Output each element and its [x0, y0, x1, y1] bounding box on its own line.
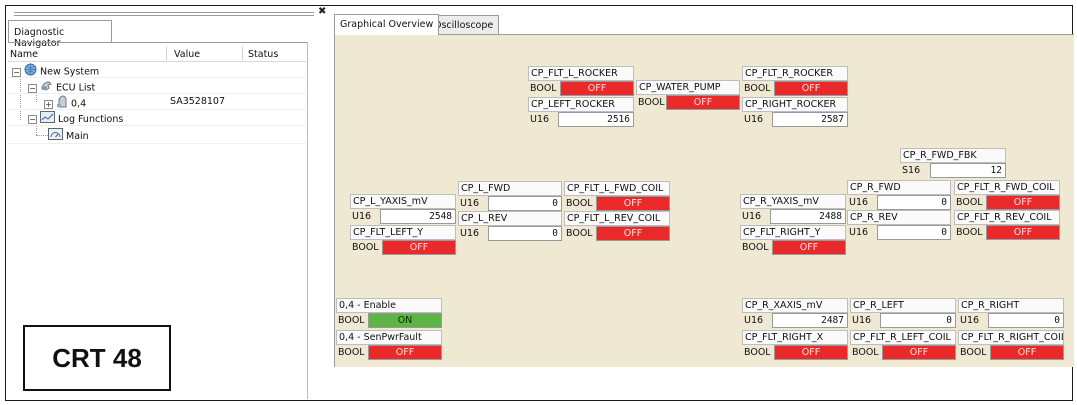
signal-value-field[interactable]: 0 — [488, 196, 562, 211]
signal-type: BOOL — [338, 347, 365, 358]
signal-name: CP_FLT_L_ROCKER — [528, 66, 634, 81]
signal-name: 0,4 - Enable — [336, 298, 442, 313]
signal-name: CP_FLT_R_REV_COIL — [954, 210, 1060, 225]
tree-item-label: New System — [40, 66, 100, 78]
signal-type: U16 — [460, 228, 480, 239]
row-divider — [8, 77, 306, 78]
collapse-icon[interactable]: − — [28, 115, 37, 124]
signal-state-indicator: OFF — [774, 81, 848, 96]
splitter-grip[interactable] — [14, 12, 314, 16]
signal-name: CP_FLT_R_RIGHT_COIL — [958, 330, 1064, 345]
tab-graphical-overview[interactable]: Graphical Overview — [334, 14, 440, 35]
tree-item-new-system[interactable]: − New System — [12, 63, 100, 78]
signal-name: CP_LEFT_ROCKER — [528, 97, 634, 112]
collapse-icon[interactable]: − — [28, 83, 37, 93]
tree-item-log-functions[interactable]: − Log Functions — [28, 111, 123, 125]
signal-type: U16 — [744, 114, 764, 125]
signal-name: CP_FLT_L_FWD_COIL — [564, 181, 670, 196]
signal-name: CP_L_FWD — [458, 181, 562, 196]
tree-item-label: Log Functions — [58, 114, 124, 125]
signal-name: CP_FLT_R_LEFT_COIL — [850, 330, 956, 345]
row-divider — [8, 109, 306, 110]
tree-item-ecu-0-4[interactable]: +0,4 SA3528107 — [44, 95, 306, 110]
signal-type: U16 — [460, 198, 480, 209]
signal-state-indicator: ON — [368, 313, 442, 328]
signal-value-field[interactable]: 2487 — [772, 313, 848, 328]
tree-connector — [20, 76, 21, 120]
signal-type: BOOL — [338, 315, 365, 326]
tree-item-ecu-list[interactable]: − ECU List — [28, 79, 96, 94]
signal-value-field[interactable]: 12 — [930, 163, 1006, 178]
signal-name: CP_WATER_PUMP — [636, 80, 740, 95]
row-divider — [8, 93, 306, 94]
signal-name: CP_R_REV — [847, 210, 951, 225]
signal-value-field[interactable]: 2516 — [558, 112, 634, 127]
signal-name: CP_FLT_LEFT_Y — [350, 225, 456, 240]
signal-name: CP_L_YAXIS_mV — [350, 194, 456, 209]
column-divider[interactable] — [166, 47, 167, 60]
signal-state-indicator: OFF — [596, 226, 670, 241]
signal-state-indicator: OFF — [990, 345, 1064, 360]
signal-value-field[interactable]: 0 — [988, 313, 1064, 328]
column-header-value[interactable]: Value — [174, 49, 200, 60]
signal-state-indicator: OFF — [596, 196, 670, 211]
signal-name: CP_R_FWD — [847, 180, 951, 195]
signal-value-field[interactable]: 0 — [877, 225, 951, 240]
signal-name: CP_R_LEFT — [850, 298, 956, 313]
signal-value-field[interactable]: 0 — [488, 226, 562, 241]
close-icon[interactable]: ✖ — [318, 6, 326, 17]
collapse-icon[interactable]: − — [12, 67, 21, 77]
signal-type: U16 — [849, 227, 869, 238]
tree-connector — [36, 135, 48, 136]
signal-type: U16 — [849, 197, 869, 208]
signal-value-field[interactable]: 2488 — [770, 209, 846, 224]
expand-icon[interactable]: + — [44, 99, 53, 109]
signal-name: CP_FLT_L_REV_COIL — [564, 211, 670, 226]
signal-state-indicator: OFF — [382, 240, 456, 255]
signal-state-indicator: OFF — [986, 225, 1060, 240]
signal-name: CP_R_FWD_FBK — [900, 148, 1006, 163]
signal-value-field[interactable]: 0 — [877, 195, 951, 210]
figure-label: CRT 48 — [23, 325, 171, 391]
signal-state-indicator: OFF — [560, 81, 634, 96]
signal-name: CP_RIGHT_ROCKER — [742, 97, 848, 112]
signal-name: 0,4 - SenPwrFault — [336, 330, 442, 345]
row-divider — [8, 125, 306, 126]
column-divider[interactable] — [242, 47, 243, 60]
signal-name: CP_L_REV — [458, 211, 562, 226]
signal-name: CP_FLT_RIGHT_X — [742, 330, 848, 345]
tree-item-label: Main — [66, 131, 89, 142]
signal-name: CP_R_RIGHT — [958, 298, 1064, 313]
signal-name: CP_FLT_R_FWD_COIL — [954, 180, 1060, 195]
signal-value-field[interactable]: 2548 — [380, 209, 456, 224]
signal-state-indicator: OFF — [368, 345, 442, 360]
signal-state-indicator: OFF — [774, 345, 848, 360]
signal-name: CP_R_YAXIS_mV — [740, 194, 846, 209]
tab-diagnostic-navigator[interactable]: Diagnostic Navigator — [8, 20, 112, 49]
tree-connector — [36, 126, 37, 135]
signal-name: CP_FLT_R_ROCKER — [742, 66, 848, 81]
signal-type: U16 — [852, 315, 872, 326]
signal-name: CP_R_XAXIS_mV — [742, 298, 848, 313]
tree-item-label: 0,4 — [71, 98, 87, 110]
row-divider — [8, 143, 306, 144]
signal-state-indicator: OFF — [986, 195, 1060, 210]
tree-item-main[interactable]: Main — [48, 128, 89, 142]
signal-type: S16 — [902, 165, 921, 176]
signal-type: U16 — [530, 114, 550, 125]
ecu-value: SA3528107 — [170, 96, 226, 107]
signal-state-indicator: OFF — [882, 345, 956, 360]
signal-type: U16 — [960, 315, 980, 326]
column-header-name[interactable]: Name — [10, 49, 38, 60]
tree-item-label: ECU List — [56, 82, 96, 94]
signal-value-field[interactable]: 0 — [880, 313, 956, 328]
signal-state-indicator: OFF — [772, 240, 846, 255]
signal-name: CP_FLT_RIGHT_Y — [740, 225, 846, 240]
header-divider — [8, 61, 306, 62]
signal-value-field[interactable]: 2587 — [772, 112, 848, 127]
column-header-status[interactable]: Status — [248, 49, 278, 60]
signal-state-indicator: OFF — [666, 95, 740, 110]
